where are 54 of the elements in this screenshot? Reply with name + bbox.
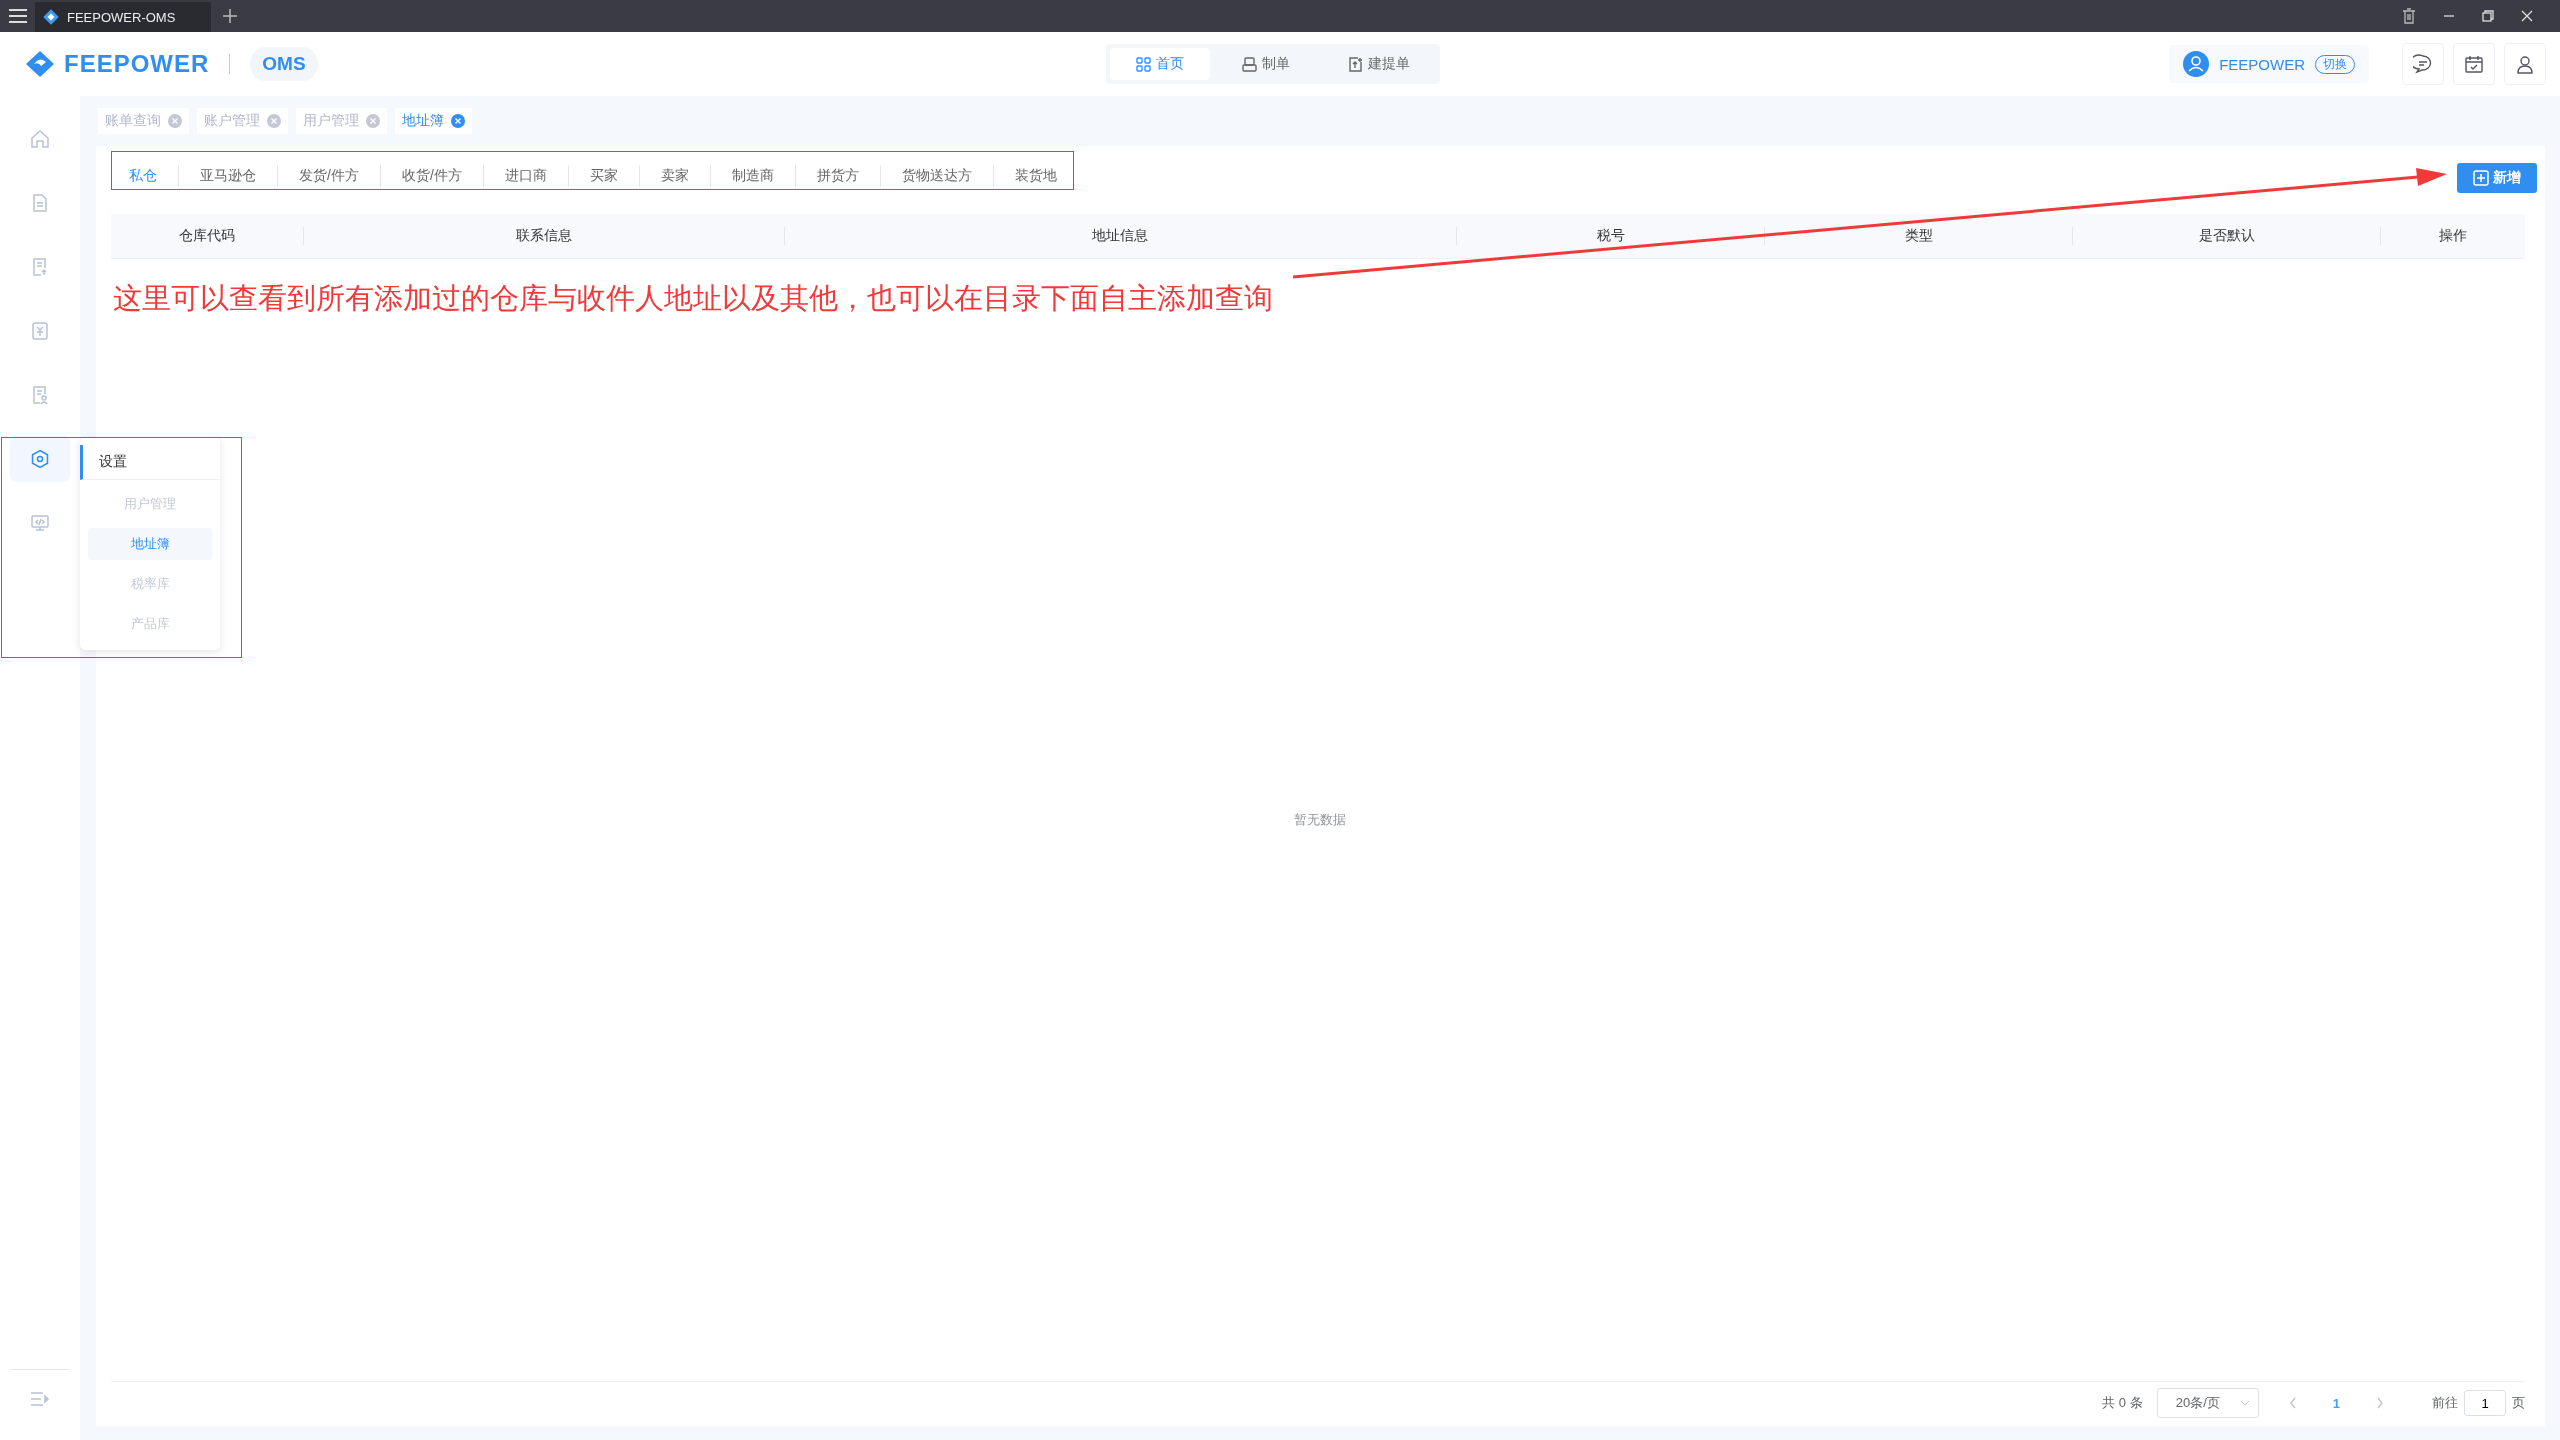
page-size-select[interactable]: 20条/页: [2156, 1388, 2259, 1418]
column-header: 仓库代码: [177, 227, 236, 245]
category-tab[interactable]: 买家: [567, 165, 639, 187]
menu-icon[interactable]: [9, 9, 27, 23]
calendar-icon[interactable]: [2453, 43, 2495, 85]
add-button[interactable]: 新增: [2457, 163, 2537, 193]
annotation-text: 这里可以查看到所有添加过的仓库与收件人地址以及其他，也可以在目录下面自主添加查询: [113, 282, 1273, 314]
avatar-icon: [2183, 51, 2210, 77]
product-badge: OMS: [250, 47, 318, 81]
category-tab[interactable]: 货物送达方: [879, 165, 993, 187]
close-icon[interactable]: [2521, 10, 2533, 22]
category-tab[interactable]: 制造商: [709, 165, 795, 187]
page-input[interactable]: 1: [2464, 1390, 2506, 1416]
nav-tab[interactable]: 首页: [1110, 48, 1211, 80]
total-count: 共 0 条: [2102, 1394, 2143, 1412]
column-header: 是否默认: [2072, 227, 2381, 245]
category-tab[interactable]: 收货/件方: [379, 165, 483, 187]
nav-tab[interactable]: 制单: [1216, 48, 1317, 80]
new-tab-icon[interactable]: [223, 9, 237, 23]
category-tab[interactable]: 拼货方: [794, 165, 880, 187]
logo-icon: [43, 9, 59, 25]
printer-icon: [1242, 56, 1258, 72]
page-tab[interactable]: 地址簿: [395, 108, 472, 134]
grid-icon: [1136, 56, 1152, 72]
column-header: 联系信息: [302, 227, 784, 245]
restore-icon[interactable]: [2482, 10, 2494, 22]
document-upload-icon: [1348, 56, 1364, 72]
chat-icon[interactable]: [2402, 43, 2444, 85]
prev-page-icon[interactable]: [2288, 1397, 2297, 1409]
user-icon[interactable]: [2504, 43, 2546, 85]
nav-tab[interactable]: 建提单: [1322, 48, 1437, 80]
category-tab[interactable]: 卖家: [638, 165, 710, 187]
category-tab[interactable]: 装货地: [992, 165, 1078, 187]
next-page-icon[interactable]: [2376, 1397, 2384, 1409]
submenu-title: 设置: [80, 445, 220, 480]
category-tab[interactable]: 发货/件方: [277, 165, 380, 187]
category-tab[interactable]: 亚马逊仓: [178, 165, 277, 187]
submenu-item[interactable]: 地址簿: [88, 528, 212, 560]
category-tab[interactable]: 私仓: [123, 165, 178, 187]
category-tab[interactable]: 进口商: [482, 165, 568, 187]
trash-icon[interactable]: [2402, 8, 2416, 24]
column-header: 地址信息: [783, 227, 1457, 245]
brand-logo: FEEPOWER: [24, 49, 210, 79]
user-switcher[interactable]: FEEPOWER 切换: [2169, 45, 2369, 83]
column-header: 税号: [1456, 227, 1765, 245]
column-header: 操作: [2380, 227, 2525, 245]
goto-label: 前往: [2432, 1394, 2458, 1412]
plus-icon: [2473, 170, 2489, 186]
page-suffix: 页: [2512, 1394, 2525, 1412]
settings-icon[interactable]: [10, 436, 70, 482]
empty-message: 暂无数据: [1294, 811, 1346, 829]
column-header: 类型: [1764, 227, 2073, 245]
browser-tab[interactable]: FEEPOWER-OMS: [35, 2, 211, 32]
chevron-down-icon: [2239, 1400, 2250, 1406]
